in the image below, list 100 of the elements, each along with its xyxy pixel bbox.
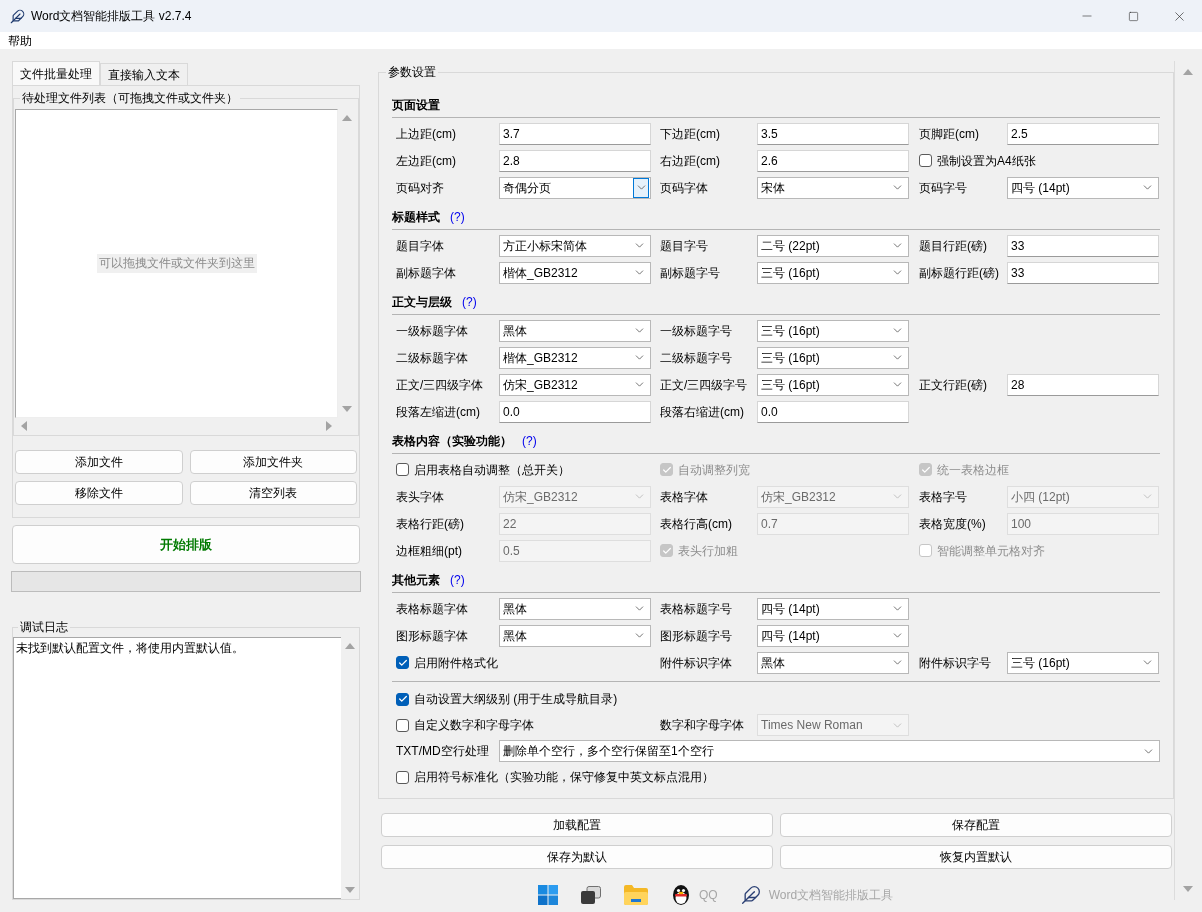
field-label: 正文/三四级字号 [660,376,748,394]
up-triangle-icon[interactable] [345,643,355,649]
window-title: Word文档智能排版工具 v2.7.4 [31,8,192,25]
dropdown[interactable]: 仿宋_GB2312 [499,373,651,396]
down-triangle-icon[interactable] [345,887,355,893]
dropdown[interactable]: 黑体 [499,624,651,647]
dropdown[interactable]: 黑体 [757,651,909,674]
menu-item[interactable]: 帮助 [7,31,33,50]
field-label: 左边距(cm) [396,152,456,170]
field-label: 表格行距(磅) [396,515,464,533]
text-field[interactable]: 0.0 [499,400,651,423]
checkbox[interactable] [396,463,409,476]
checkbox-label: 自动设置大纲级别 (用于生成导航目录) [414,691,618,708]
button[interactable]: 保存配置 [780,813,1172,837]
checkbox[interactable] [396,770,409,784]
right-triangle-icon[interactable] [326,421,332,431]
text-field[interactable]: 33 [1007,234,1159,257]
field-label: 一级标题字体 [396,322,468,340]
button[interactable]: 移除文件 [15,481,183,505]
text-field[interactable]: 28 [1007,373,1159,396]
left-triangle-icon[interactable] [21,421,27,431]
down-triangle-icon[interactable] [342,406,352,412]
checkbox[interactable] [396,718,409,732]
field-label: 边框粗细(pt) [396,542,462,560]
text-field[interactable]: 0.0 [757,400,909,423]
field-label: 页码字号 [919,179,967,197]
field-label: TXT/MD空行处理 [396,743,489,760]
text-field[interactable]: 2.5 [1007,122,1159,145]
button[interactable]: 保存为默认 [381,845,773,869]
text-field[interactable]: 33 [1007,261,1159,284]
tab[interactable]: 直接输入文本 [100,63,188,85]
checkbox-label: 强制设置为A4纸张 [937,152,1036,170]
dropdown[interactable]: 楷体_GB2312 [499,346,651,369]
help-link[interactable]: (?) [522,432,537,450]
windows-logo-icon[interactable] [538,885,558,905]
section-title: 标题样式 [392,209,440,226]
penguin-icon[interactable] [671,884,691,906]
button[interactable]: 加载配置 [381,813,773,837]
dropdown[interactable]: 方正小标宋简体 [499,234,651,257]
text-field[interactable]: 2.6 [757,149,909,172]
down-triangle-icon[interactable] [1182,886,1193,892]
button[interactable]: 清空列表 [189,481,357,505]
log-text-area[interactable]: 未找到默认配置文件，将使用内置默认值。 [13,637,341,899]
dropdown[interactable]: 三号 (16pt) [757,319,909,342]
text-field[interactable]: 2.8 [499,149,651,172]
field-label: 表格行高(cm) [660,515,732,533]
folder-icon[interactable] [624,885,648,905]
feather-icon[interactable] [740,885,761,905]
help-link[interactable]: (?) [450,571,465,589]
dropdown[interactable]: 黑体 [499,319,651,342]
dropdown[interactable]: 三号 (16pt) [757,346,909,369]
field-label: 题目字体 [396,237,444,255]
dropdown[interactable]: 二号 (22pt) [757,234,909,257]
field-label: 副标题字体 [396,264,456,282]
field-label: 表格字体 [660,488,708,506]
section-title: 其他元素 [392,572,440,589]
field-label: 二级标题字号 [660,349,732,367]
dropdown[interactable]: 四号 (14pt) [757,624,909,647]
checkbox[interactable] [396,656,409,669]
taskbar-label: QQ [699,887,718,904]
tab[interactable]: 文件批量处理 [12,61,100,85]
field-label: 表格标题字体 [396,600,468,618]
section-title: 正文与层级 [392,294,452,311]
chevron-down-icon[interactable] [633,177,649,198]
checkbox-label: 启用附件格式化 [414,654,498,672]
help-link[interactable]: (?) [462,293,477,311]
field-label: 副标题行距(磅) [919,264,999,282]
up-triangle-icon[interactable] [1182,69,1193,75]
button[interactable]: 添加文件夹 [189,450,357,474]
checkbox-label: 表头行加粗 [678,542,738,560]
field-label: 段落左缩进(cm) [396,403,480,421]
stacked-windows-icon[interactable] [581,886,601,904]
text-field[interactable]: 3.5 [757,122,909,145]
checkbox-label: 启用表格自动调整（总开关） [414,461,570,479]
start-button[interactable]: 开始排版 [12,525,360,564]
maximize-icon[interactable] [1127,10,1139,22]
dropdown[interactable]: 三号 (16pt) [757,373,909,396]
field-label: 正文行距(磅) [919,376,987,394]
field-label: 表格标题字号 [660,600,732,618]
dropdown[interactable]: 黑体 [499,597,651,620]
field-label: 图形标题字体 [396,627,468,645]
checkbox[interactable] [919,154,932,167]
up-triangle-icon[interactable] [342,115,352,121]
button[interactable]: 恢复内置默认 [780,845,1172,869]
dropdown[interactable]: 删除单个空行，多个空行保留至1个空行 [499,740,1160,762]
dropdown[interactable]: 三号 (16pt) [757,261,909,284]
section-title: 表格内容（实验功能） [392,433,512,450]
field-label: 二级标题字体 [396,349,468,367]
checkbox[interactable] [396,692,409,706]
button[interactable]: 添加文件 [15,450,183,474]
dropdown[interactable]: 奇偶分页 [499,176,651,199]
dropdown[interactable]: 四号 (14pt) [757,597,909,620]
text-field[interactable]: 3.7 [499,122,651,145]
dropdown[interactable]: 四号 (14pt) [1007,176,1159,199]
field-label: 附件标识字体 [660,654,732,672]
help-link[interactable]: (?) [450,208,465,226]
dropdown[interactable]: 楷体_GB2312 [499,261,651,284]
dropdown[interactable]: 三号 (16pt) [1007,651,1159,674]
field-label: 题目行距(磅) [919,237,987,255]
dropdown[interactable]: 宋体 [757,176,909,199]
